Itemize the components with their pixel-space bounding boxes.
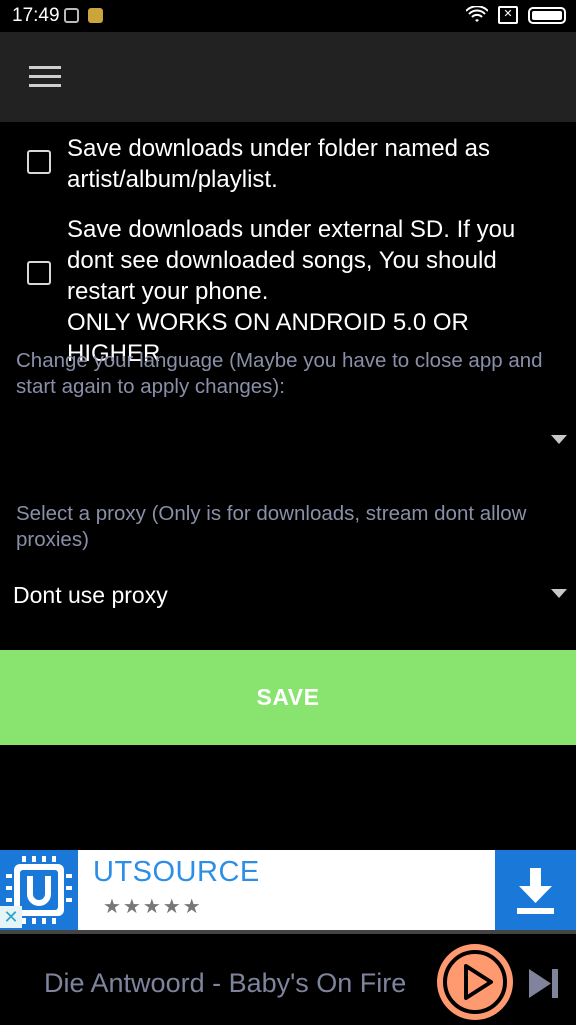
folder-option-checkbox[interactable]: [27, 150, 51, 174]
ad-banner[interactable]: UTSOURCE ★★★★★: [0, 850, 576, 930]
language-dropdown[interactable]: [0, 415, 576, 465]
menu-icon[interactable]: [29, 66, 61, 88]
sd-option-row[interactable]: Save downloads under external SD. If you…: [0, 214, 576, 367]
save-button[interactable]: SAVE: [0, 650, 576, 745]
dropdown-arrow-icon: [551, 589, 567, 598]
folder-option-row[interactable]: Save downloads under folder named as art…: [0, 133, 576, 197]
battery-icon: [528, 6, 566, 24]
skip-next-icon: [529, 969, 558, 998]
proxy-dropdown[interactable]: Dont use proxy: [0, 572, 576, 622]
rabbit-notification-icon: [88, 8, 103, 23]
wifi-icon: [466, 6, 488, 22]
language-label: Change your language (Maybe you have to …: [16, 349, 543, 398]
folder-option-label: Save downloads under folder named as art…: [67, 135, 490, 193]
download-icon: [517, 868, 554, 914]
ad-title: UTSOURCE: [93, 856, 260, 888]
play-button[interactable]: [437, 944, 513, 1020]
play-icon: [443, 950, 507, 1014]
status-bar: 17:49 ✕: [0, 0, 576, 32]
dropdown-arrow-icon: [551, 435, 567, 444]
app-bar: [0, 32, 576, 122]
no-sim-icon: ✕: [498, 6, 518, 24]
ad-close-icon[interactable]: ✕: [0, 906, 22, 928]
next-track-button[interactable]: [527, 967, 561, 1000]
proxy-label: Select a proxy (Only is for downloads, s…: [16, 502, 527, 551]
track-title[interactable]: Die Antwoord - Baby's On Fire: [44, 968, 406, 999]
proxy-value: Dont use proxy: [13, 582, 168, 608]
status-time: 17:49: [12, 5, 60, 26]
ad-download-button[interactable]: [495, 850, 576, 930]
sd-option-label: Save downloads under external SD. If you…: [67, 216, 516, 367]
status-icons: ✕: [466, 6, 566, 24]
ad-rating: ★★★★★: [103, 896, 203, 918]
notification-icon: [64, 8, 79, 23]
sd-option-checkbox[interactable]: [27, 261, 51, 285]
